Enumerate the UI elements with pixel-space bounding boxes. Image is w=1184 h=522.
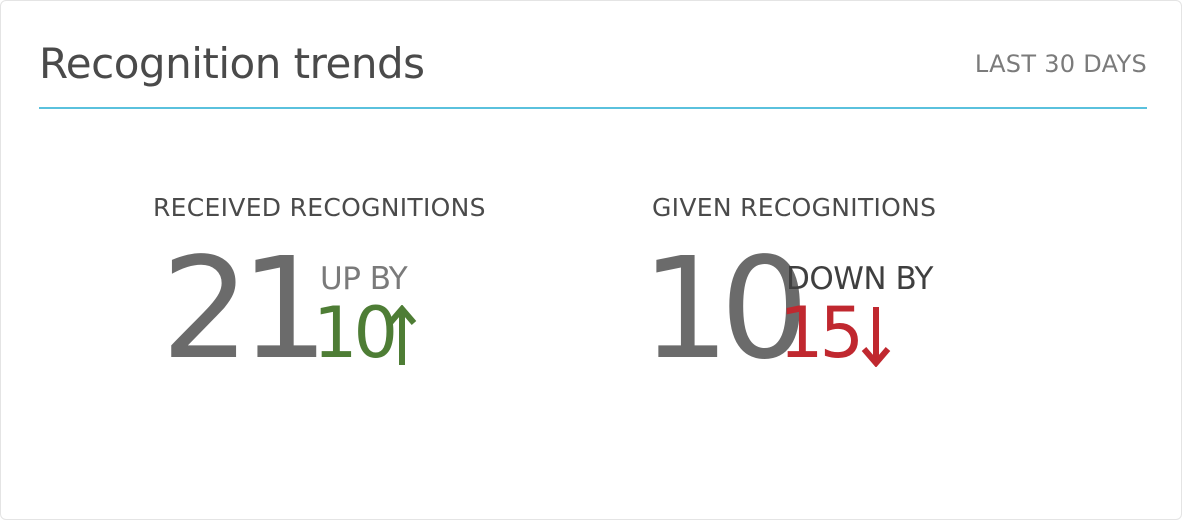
arrow-down-icon	[861, 307, 891, 367]
period-label: LAST 30 DAYS	[974, 50, 1147, 78]
recognition-trends-card: Recognition trends LAST 30 DAYS RECEIVED…	[0, 0, 1182, 520]
metric-label: RECEIVED RECOGNITIONS	[153, 193, 486, 222]
change-value: 15	[779, 292, 864, 374]
card-header: Recognition trends LAST 30 DAYS	[39, 35, 1147, 109]
change-value: 10	[313, 292, 398, 374]
arrow-up-icon	[387, 305, 417, 365]
card-title: Recognition trends	[39, 39, 425, 88]
metric-value: 21	[161, 228, 329, 391]
received-recognitions-metric: RECEIVED RECOGNITIONS 21 UP BY 10	[153, 193, 553, 393]
metric-label: GIVEN RECOGNITIONS	[652, 193, 937, 222]
metric-value: 10	[641, 228, 809, 391]
given-recognitions-metric: GIVEN RECOGNITIONS 10 DOWN BY 15	[641, 193, 1049, 393]
